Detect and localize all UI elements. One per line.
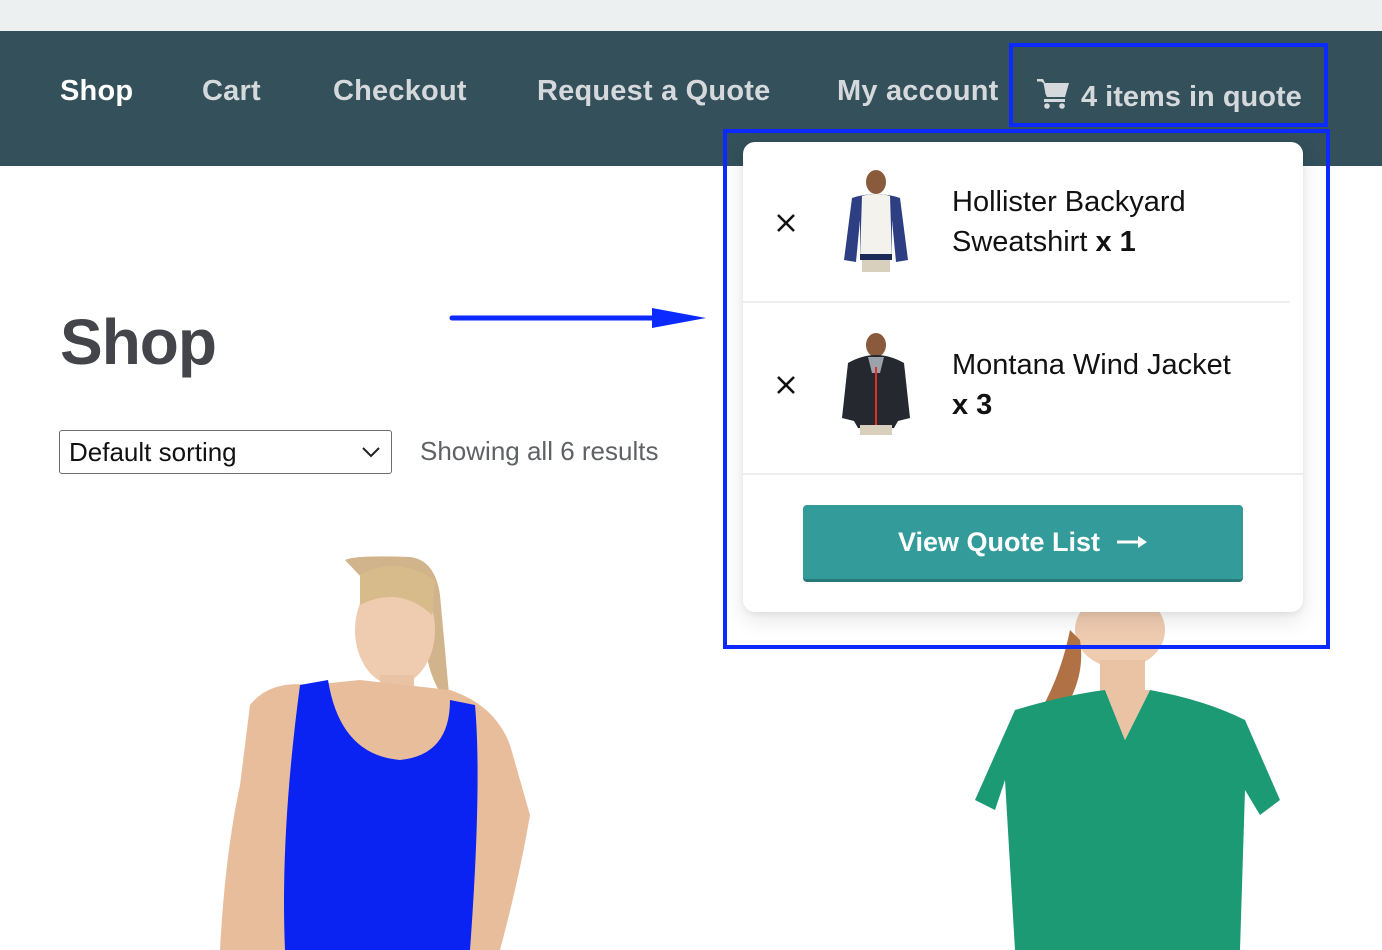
chevron-down-icon [362, 447, 380, 458]
quote-item-name[interactable]: Montana Wind Jacket [952, 349, 1231, 381]
quote-mini-cart-panel: Hollister Backyard Sweatshirt x 1 Montan… [743, 142, 1303, 612]
annotation-arrow [449, 308, 706, 328]
nav-item-shop[interactable]: Shop [60, 75, 133, 108]
quote-item-qty: x 3 [952, 389, 993, 421]
quote-list-item: Montana Wind Jacket x 3 [743, 303, 1303, 475]
quote-count-label: 4 items in quote [1081, 80, 1302, 113]
nav-item-request-quote[interactable]: Request a Quote [537, 75, 770, 108]
product-thumbnail-sweatshirt[interactable] [838, 170, 914, 272]
sorting-select[interactable]: Default sorting [59, 430, 392, 474]
nav-item-cart[interactable]: Cart [202, 75, 261, 108]
nav-item-my-account[interactable]: My account [837, 75, 999, 108]
quote-item-name-wrapper: Hollister Backyard Sweatshirt x 1 [952, 182, 1272, 262]
close-icon[interactable] [773, 210, 799, 236]
sorting-selected-value: Default sorting [69, 436, 237, 467]
quote-list-item: Hollister Backyard Sweatshirt x 1 [743, 142, 1290, 303]
arrow-right-icon [1117, 536, 1148, 548]
top-strip [0, 0, 1382, 31]
close-icon[interactable] [773, 372, 799, 398]
nav-item-checkout[interactable]: Checkout [333, 75, 467, 108]
result-count: Showing all 6 results [420, 436, 659, 466]
product-image-blue-tank[interactable] [210, 555, 550, 950]
quote-item-name[interactable]: Hollister Backyard Sweatshirt [952, 186, 1186, 258]
view-quote-list-button[interactable]: View Quote List [803, 505, 1243, 582]
page-title: Shop [60, 306, 217, 378]
view-quote-list-label: View Quote List [897, 526, 1101, 557]
quote-item-qty: x 1 [1095, 226, 1136, 258]
quote-mini-cart-toggle[interactable]: 4 items in quote [1035, 75, 1302, 119]
quote-item-name-wrapper: Montana Wind Jacket x 3 [952, 345, 1272, 425]
product-thumbnail-jacket[interactable] [838, 333, 914, 435]
product-image-green-tee[interactable] [975, 610, 1305, 950]
cart-icon [1035, 75, 1071, 119]
